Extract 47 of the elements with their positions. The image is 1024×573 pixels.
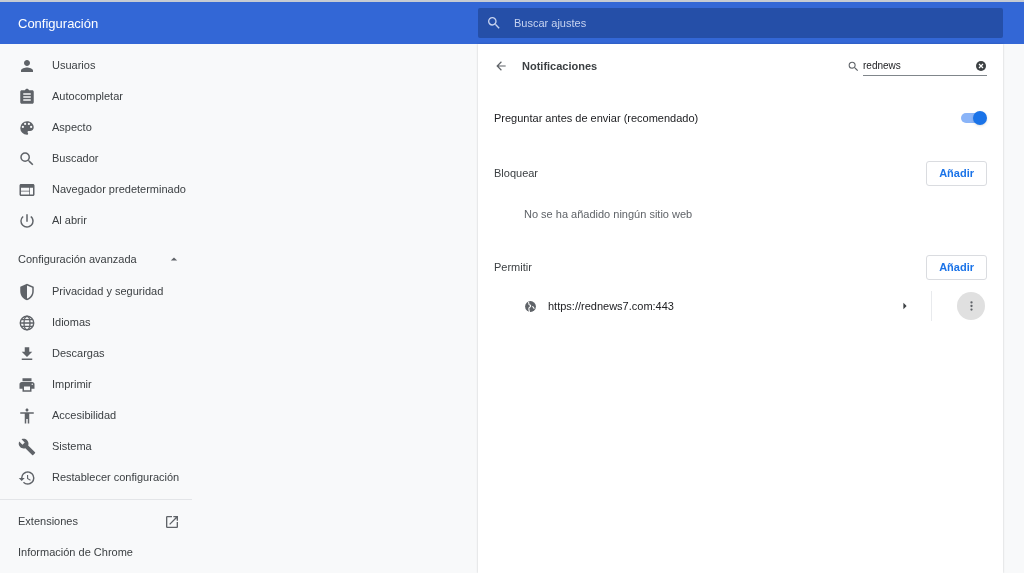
filter-field[interactable]: rednews	[863, 56, 973, 75]
sidebar-item[interactable]: Sistema	[0, 431, 192, 462]
add-button[interactable]: Añadir	[926, 254, 987, 280]
toggle-switch[interactable]	[961, 110, 987, 126]
sidebar-item[interactable]: Navegador predeterminado	[0, 174, 192, 205]
sidebar-link[interactable]: Extensiones	[18, 513, 78, 530]
external-link-icon[interactable]	[164, 513, 180, 530]
sidebar-item[interactable]: Al abrir	[0, 205, 192, 236]
sidebar-item[interactable]: Privacidad y seguridad	[0, 276, 192, 307]
empty-message: No se ha añadido ningún sitio web	[524, 206, 693, 222]
search-icon	[847, 59, 860, 73]
sidebar-item[interactable]: Restablecer configuración	[0, 462, 192, 493]
sidebar-link[interactable]: Información de Chrome	[18, 544, 133, 561]
section-title: Bloquear	[494, 165, 539, 181]
section-title: Permitir	[494, 259, 532, 275]
more-icon	[969, 301, 973, 311]
page-title: Notificaciones	[522, 58, 598, 74]
section-heading: Configuración avanzada	[18, 251, 137, 267]
sidebar-item[interactable]: Usuarios	[0, 50, 192, 81]
expand-arrow-icon[interactable]	[901, 302, 909, 310]
add-button[interactable]: Añadir	[926, 160, 987, 186]
search-field[interactable]: Buscar ajustes	[478, 8, 1003, 38]
sidebar-item[interactable]: Imprimir	[0, 369, 192, 400]
sidebar-item[interactable]: Descargas	[0, 338, 192, 369]
app-title: Configuración	[18, 16, 99, 31]
sidebar-item[interactable]: Buscador	[0, 143, 192, 174]
globe-icon	[524, 299, 537, 313]
history-icon	[18, 468, 36, 487]
setting-label: Preguntar antes de enviar (recomendado)	[494, 110, 699, 126]
shield-icon	[18, 282, 36, 301]
search-icon	[18, 149, 36, 168]
sidebar-item[interactable]: Idiomas	[0, 307, 192, 338]
site-url[interactable]: https://rednews7.com:443	[548, 297, 901, 315]
power-icon	[18, 211, 36, 230]
accessibility-icon	[18, 406, 36, 425]
sidebar-item[interactable]: Aspecto	[0, 112, 192, 143]
clipboard-icon	[18, 87, 36, 106]
sidebar-item[interactable]: Accesibilidad	[0, 400, 192, 431]
clear-icon[interactable]	[975, 59, 987, 72]
globe-icon	[18, 313, 36, 332]
sidebar-item[interactable]: Autocompletar	[0, 81, 192, 112]
search-icon	[486, 15, 502, 31]
printer-icon	[18, 375, 36, 394]
wrench-icon	[18, 437, 36, 456]
caret-icon[interactable]	[170, 255, 178, 263]
back-arrow-icon[interactable]	[494, 59, 508, 73]
palette-icon	[18, 118, 36, 137]
